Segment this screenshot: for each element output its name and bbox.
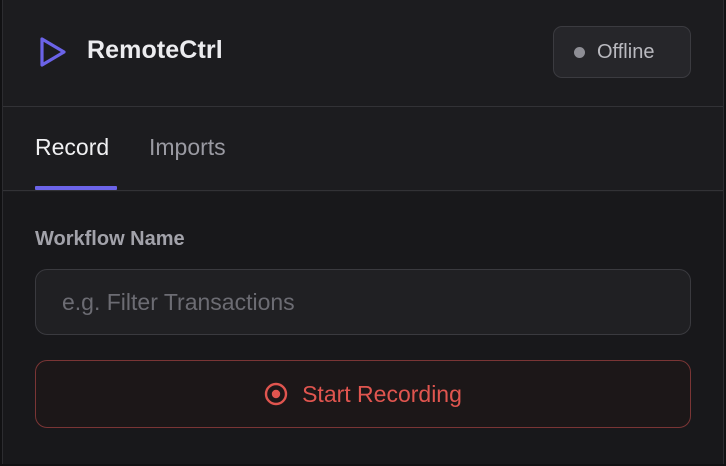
- workflow-name-input[interactable]: [35, 269, 691, 335]
- tab-bar: Record Imports: [3, 108, 723, 191]
- tab-record[interactable]: Record: [35, 134, 109, 161]
- app-panel: RemoteCtrl Offline Record Imports Workfl…: [2, 0, 724, 464]
- status-badge: Offline: [553, 26, 691, 78]
- workflow-name-label: Workflow Name: [35, 228, 185, 250]
- app-title: RemoteCtrl: [87, 36, 223, 64]
- play-triangle-icon: [40, 37, 66, 67]
- header: RemoteCtrl Offline: [3, 0, 723, 107]
- start-recording-button[interactable]: Start Recording: [35, 360, 691, 428]
- status-label: Offline: [597, 40, 655, 63]
- status-dot-icon: [574, 46, 585, 58]
- record-form: Workflow Name Start Recording: [3, 192, 723, 464]
- start-recording-label: Start Recording: [302, 380, 462, 407]
- tab-imports[interactable]: Imports: [149, 134, 226, 161]
- active-tab-indicator: [35, 186, 117, 190]
- record-circle-icon: [264, 382, 288, 406]
